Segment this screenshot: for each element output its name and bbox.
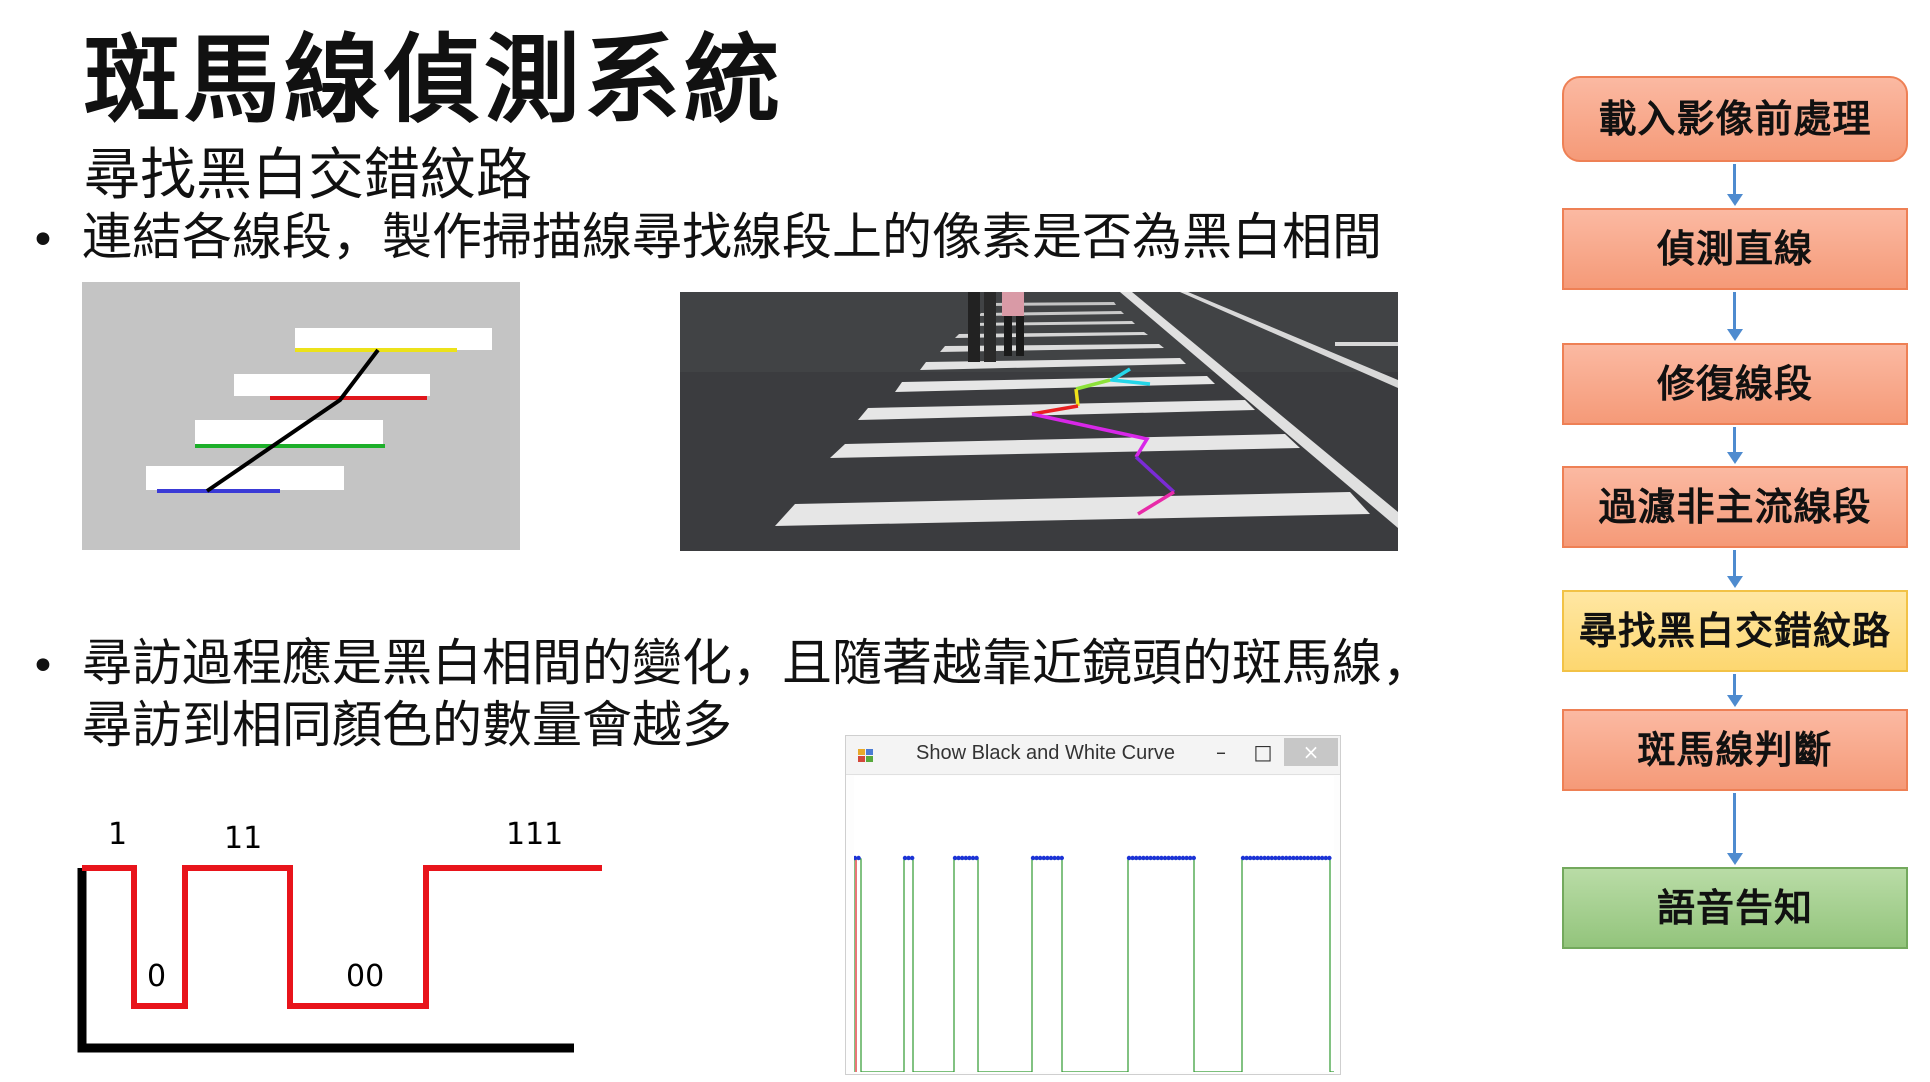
flow-arrow-5 <box>1733 674 1736 697</box>
curve-window: Show Black and White Curve – □ × <box>845 735 1341 1075</box>
window-titlebar[interactable]: Show Black and White Curve – □ × <box>846 736 1340 775</box>
flow-step-4: 過濾非主流線段 <box>1562 466 1908 548</box>
pedestrian-leg <box>1004 316 1012 356</box>
pedestrian-leg <box>968 292 980 362</box>
flow-arrow-head-2 <box>1727 329 1743 341</box>
scanline-diagram <box>82 282 520 550</box>
flow-arrow-6 <box>1733 793 1736 855</box>
run-label-00: 00 <box>346 959 384 994</box>
close-button[interactable]: × <box>1284 738 1338 766</box>
bullet-1-text: 連結各線段，製作掃描線尋找線段上的像素是否為黑白相間 <box>82 208 1382 266</box>
run-dot <box>1059 855 1064 861</box>
flow-arrow-4 <box>1733 550 1736 578</box>
run-label-11: 11 <box>224 821 262 856</box>
white-bar-4 <box>295 328 492 350</box>
flow-arrow-1 <box>1733 164 1736 196</box>
crosswalk-photo <box>680 292 1398 551</box>
run-dots-group <box>852 855 1332 861</box>
flow-step-5: 尋找黑白交錯紋路 <box>1562 590 1908 672</box>
run-dot <box>974 855 979 861</box>
signal-svg: 1 0 11 00 111 <box>77 817 602 1053</box>
flow-step-3: 修復線段 <box>1562 343 1908 425</box>
flow-arrow-head-1 <box>1727 194 1743 206</box>
scan-path-yellow <box>1074 388 1080 407</box>
flow-step-7: 語音告知 <box>1562 867 1908 949</box>
pedestrian-leg <box>1016 316 1024 356</box>
run-dot <box>856 855 861 861</box>
run-dot <box>1191 855 1196 861</box>
window-app-icon <box>858 748 874 762</box>
pedestrian-leg <box>984 292 996 362</box>
run-dot <box>910 855 915 861</box>
white-bar-3 <box>234 374 430 396</box>
crosswalk-photo-svg <box>680 292 1398 551</box>
pedestrian-coat <box>1002 292 1024 316</box>
bullet-marker: • <box>30 215 56 266</box>
bullet-2-text-line-2: 尋訪到相同顏色的數量會越多 <box>82 696 732 754</box>
white-bar-2 <box>195 420 383 444</box>
maximize-button[interactable]: □ <box>1242 738 1284 766</box>
run-label-111: 111 <box>506 817 563 852</box>
slide-subtitle: 尋找黑白交錯紋路 <box>84 143 532 208</box>
window-title: Show Black and White Curve <box>916 742 1176 764</box>
flow-arrow-head-5 <box>1727 695 1743 707</box>
flow-step-2: 偵測直線 <box>1562 208 1908 290</box>
slide-title: 斑馬線偵測系統 <box>84 24 784 136</box>
run-dot <box>1327 855 1332 861</box>
flow-step-1: 載入影像前處理 <box>1562 76 1908 162</box>
minimize-button[interactable]: – <box>1200 738 1242 766</box>
bullet-marker: • <box>30 641 56 692</box>
curve-canvas <box>852 776 1334 1073</box>
black-white-curve-svg <box>852 855 1334 1073</box>
white-bar-1 <box>146 466 344 490</box>
run-label-1: 1 <box>108 817 127 852</box>
scanline-diagram-svg <box>146 328 492 493</box>
bullet-2-text-line-1: 尋訪過程應是黑白相間的變化，且隨著越靠近鏡頭的斑馬線， <box>82 634 1432 692</box>
flow-arrow-head-6 <box>1727 853 1743 865</box>
flow-arrow-2 <box>1733 292 1736 331</box>
flow-arrow-head-4 <box>1727 576 1743 588</box>
road-edge-line <box>1335 342 1398 346</box>
run-length-signal-diagram: 1 0 11 00 111 <box>70 800 610 1060</box>
black-white-curve <box>853 858 1334 1073</box>
signal-axes <box>77 868 574 1053</box>
flow-arrow-3 <box>1733 427 1736 454</box>
run-label-0: 0 <box>147 959 166 994</box>
flow-arrow-head-3 <box>1727 452 1743 464</box>
flow-step-6: 斑馬線判斷 <box>1562 709 1908 791</box>
